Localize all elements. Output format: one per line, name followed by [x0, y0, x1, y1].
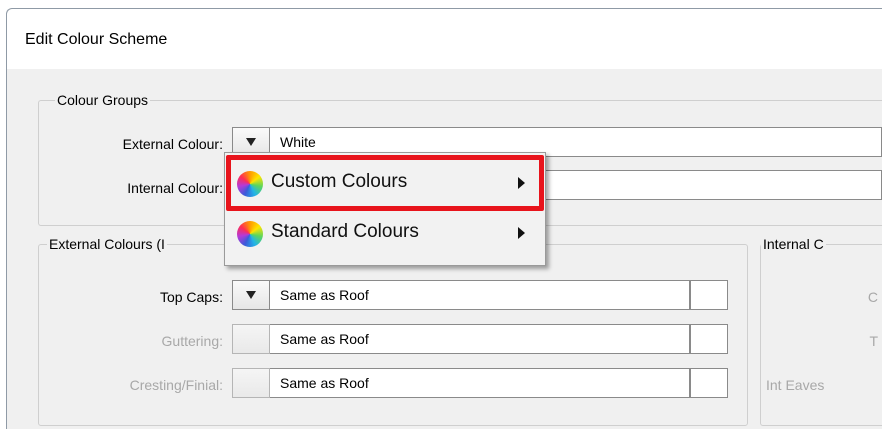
internal-row-label-3: Int Eaves — [766, 377, 825, 393]
dropdown-arrow-icon — [246, 138, 256, 146]
internal-colour-label: Internal Colour: — [127, 180, 223, 196]
internal-row-label-2: T — [869, 333, 878, 349]
window-title: Edit Colour Scheme — [25, 31, 168, 48]
top-caps-field[interactable]: Same as Roof — [270, 280, 690, 310]
internal-colours-groupbox: Internal C — [760, 236, 882, 426]
menu-item-standard-colours[interactable]: Standard Colours — [225, 215, 545, 251]
external-colours-label: External Colours (I — [47, 236, 167, 252]
colour-wheel-icon — [237, 221, 263, 247]
cresting-finial-field[interactable]: Same as Roof — [270, 368, 690, 398]
internal-colours-label: Internal C — [761, 236, 826, 252]
external-colour-label: External Colour: — [122, 136, 223, 152]
guttering-colour-swatch[interactable] — [690, 324, 728, 354]
dropdown-arrow-icon — [246, 291, 256, 299]
cresting-finial-dropdown-button[interactable] — [232, 368, 270, 398]
guttering-label: Guttering: — [161, 333, 223, 349]
cresting-finial-colour-swatch[interactable] — [690, 368, 728, 398]
top-caps-dropdown-button[interactable] — [232, 280, 270, 310]
internal-row-label-1: C — [867, 289, 878, 305]
guttering-dropdown-button[interactable] — [232, 324, 270, 354]
colour-groups-label: Colour Groups — [55, 92, 151, 108]
highlight-annotation-box — [226, 155, 544, 211]
cresting-finial-label: Cresting/Finial: — [129, 377, 223, 393]
guttering-field[interactable]: Same as Roof — [270, 324, 690, 354]
menu-item-label: Standard Colours — [271, 221, 419, 242]
submenu-arrow-icon — [518, 227, 525, 239]
top-caps-colour-swatch[interactable] — [690, 280, 728, 310]
top-caps-label: Top Caps: — [159, 289, 223, 305]
title-bar: Edit Colour Scheme — [7, 9, 882, 69]
